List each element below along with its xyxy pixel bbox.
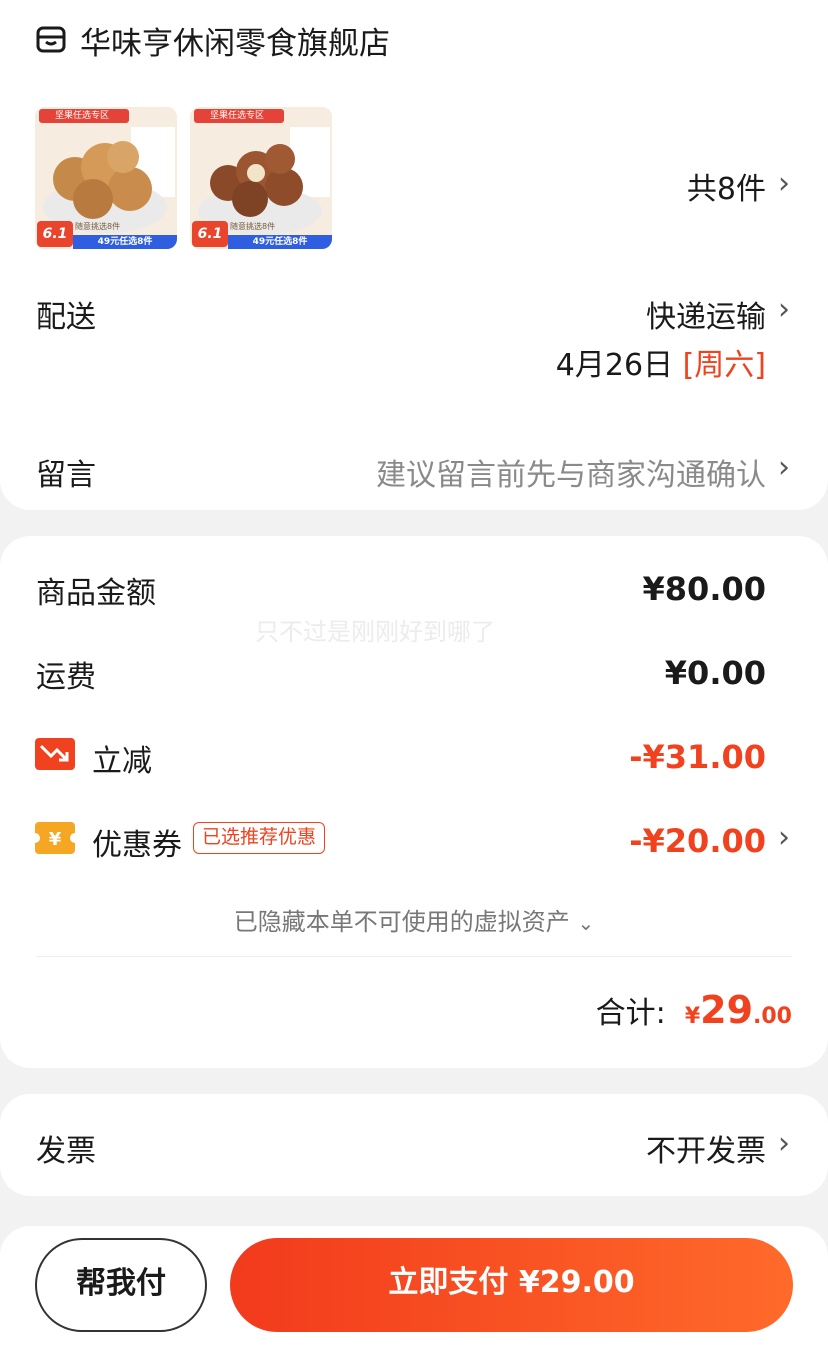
goods-amount-label: 商品金额 — [36, 576, 156, 611]
hidden-assets-text: 已隐藏本单不可使用的虚拟资产 — [233, 908, 570, 936]
item-count[interactable]: 共8件 — [687, 164, 766, 208]
discount-label: 立减 — [92, 744, 152, 779]
promo-badge: 6.1 — [192, 221, 228, 247]
message-input[interactable]: 建议留言前先与商家沟通确认 — [376, 450, 766, 494]
total-currency: ¥ — [684, 1004, 701, 1029]
discount-value: -¥31.00 — [629, 738, 766, 776]
total-integer: 29 — [700, 988, 754, 1032]
delivery-date-row: 4月26日 [周六] — [556, 340, 766, 384]
invoice-label: 发票 — [36, 1134, 96, 1169]
goods-amount-value: ¥80.00 — [642, 570, 766, 608]
message-label: 留言 — [36, 458, 96, 493]
invoice-value[interactable]: 不开发票 — [646, 1126, 766, 1170]
delivery-date: 4月26日 — [555, 348, 674, 383]
product-thumbnail-walnut[interactable]: 坚果任选专区 6.1 随意挑选8件 49元任选8件 — [35, 107, 177, 249]
chevron-right-icon[interactable]: › — [778, 450, 790, 485]
price-down-icon — [35, 738, 75, 770]
zone-tag: 坚果任选专区 — [39, 109, 129, 123]
promo-bar: 49元任选8件 — [228, 235, 332, 249]
chevron-right-icon[interactable]: › — [778, 292, 790, 327]
chevron-right-icon[interactable]: › — [778, 1126, 790, 1161]
promo-sub: 随意挑选8件 — [75, 222, 121, 231]
chevron-down-icon: ⌄ — [577, 911, 595, 935]
store-name[interactable]: 华味亨休闲零食旗舰店 — [80, 18, 390, 63]
delivery-method[interactable]: 快递运输 — [646, 292, 766, 336]
help-pay-button[interactable]: 帮我付 — [35, 1238, 207, 1332]
watermark: 只不过是刚刚好到哪了 — [255, 618, 495, 646]
zone-tag: 坚果任选专区 — [194, 109, 284, 123]
total-decimal: .00 — [753, 1004, 792, 1029]
product-thumbnail-macadamia[interactable]: 坚果任选专区 6.1 随意挑选8件 49元任选8件 — [190, 107, 332, 249]
delivery-label: 配送 — [36, 300, 96, 335]
yen-coupon-icon: ¥ — [35, 822, 75, 854]
svg-text:¥: ¥ — [49, 829, 62, 850]
delivery-weekday: [周六] — [682, 348, 766, 383]
coupon-value[interactable]: -¥20.00 — [629, 822, 766, 860]
coupon-recommended-tag[interactable]: 已选推荐优惠 — [193, 822, 326, 854]
pay-now-button[interactable]: 立即支付 ¥29.00 — [230, 1238, 793, 1332]
promo-sub: 随意挑选8件 — [230, 222, 276, 231]
coupon-label: 优惠券 — [92, 828, 182, 863]
order-card — [0, 0, 828, 510]
promo-bar: 49元任选8件 — [73, 235, 177, 249]
chevron-right-icon[interactable]: › — [778, 166, 790, 201]
shipping-label: 运费 — [36, 660, 96, 695]
total-label: 合计: — [595, 996, 666, 1031]
shipping-value: ¥0.00 — [664, 654, 766, 692]
divider — [36, 956, 792, 957]
promo-badge: 6.1 — [37, 221, 73, 247]
chevron-right-icon[interactable]: › — [778, 820, 790, 855]
total-row: 合计: ¥29.00 — [596, 988, 792, 1032]
hidden-assets-toggle[interactable]: 已隐藏本单不可使用的虚拟资产 ⌄ — [0, 902, 828, 937]
store-icon — [36, 26, 66, 53]
